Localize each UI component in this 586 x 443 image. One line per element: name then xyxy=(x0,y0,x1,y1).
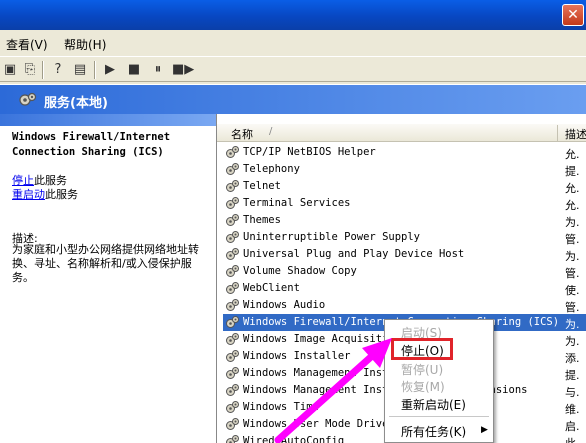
service-description-cell: 提. xyxy=(565,369,580,382)
service-name: Windows Audio xyxy=(243,299,326,311)
menu-separator xyxy=(389,416,489,417)
service-row[interactable]: Windows Audio 管. xyxy=(223,297,586,314)
service-name: Uninterruptible Power Supply xyxy=(243,231,421,243)
stop-icon[interactable]: ■ xyxy=(124,60,144,80)
service-description-cell: 允. xyxy=(565,199,580,212)
restart-service-action: 重启动此服务 xyxy=(12,186,78,202)
services-header: 服务(本地) xyxy=(0,84,586,114)
context-menu: 启动(S) 停止(O) 暂停(U) 恢复(M) 重新启动(E) 所有任务(K) … xyxy=(384,319,494,443)
service-row[interactable]: Uninterruptible Power Supply 管. xyxy=(223,229,586,246)
service-description-cell: 为. xyxy=(565,335,580,348)
service-gear-icon xyxy=(225,162,240,177)
console-tree-icon[interactable]: ▣ xyxy=(0,60,20,80)
service-gear-icon xyxy=(225,213,240,228)
service-gear-icon xyxy=(225,298,240,313)
service-name: Terminal Services xyxy=(243,197,351,209)
service-description-cell: 启. xyxy=(565,420,580,433)
service-description-cell: 允. xyxy=(565,148,580,161)
selected-service-name: Windows Firewall/Internet Connection Sha… xyxy=(12,131,171,158)
service-gear-icon xyxy=(225,434,240,443)
service-description-cell: 管. xyxy=(565,267,580,280)
menu-all-tasks[interactable]: 所有任务(K) xyxy=(401,423,466,440)
service-gear-icon xyxy=(225,315,240,330)
service-description-cell: 管. xyxy=(565,233,580,246)
service-gear-icon xyxy=(225,383,240,398)
menubar: 查看(V) 帮助(H) xyxy=(0,32,586,54)
service-name: Windows Installer xyxy=(243,350,351,362)
service-row[interactable]: Telnet 允. xyxy=(223,178,586,195)
service-gear-icon xyxy=(225,366,240,381)
service-row[interactable]: Telephony 提. xyxy=(223,161,586,178)
restart-icon[interactable]: ■▶ xyxy=(172,60,194,80)
service-row[interactable]: Volume Shadow Copy 管. xyxy=(223,263,586,280)
menu-view[interactable]: 查看(V) xyxy=(6,36,48,53)
column-description-header[interactable]: 描述 xyxy=(565,126,586,142)
service-detail-pane: Windows Firewall/Internet Connection Sha… xyxy=(0,114,216,443)
service-gear-icon xyxy=(225,349,240,364)
service-description-cell: 维. xyxy=(565,403,580,416)
service-description-cell: 提. xyxy=(565,165,580,178)
submenu-arrow-icon: ▶ xyxy=(481,425,488,435)
service-description-cell: 管. xyxy=(565,301,580,314)
service-description-cell: 为. xyxy=(565,216,580,229)
service-row[interactable]: Universal Plug and Play Device Host 为. xyxy=(223,246,586,263)
service-name: Themes xyxy=(243,214,281,226)
restart-service-suffix: 此服务 xyxy=(45,188,78,201)
service-description-cell: 添. xyxy=(565,352,580,365)
service-gear-icon xyxy=(225,179,240,194)
menu-restart[interactable]: 重新启动(E) xyxy=(401,396,466,413)
service-name: TCP/IP NetBIOS Helper xyxy=(243,146,376,158)
help-icon[interactable]: ? xyxy=(48,60,68,80)
service-gear-icon xyxy=(225,264,240,279)
service-gear-icon xyxy=(225,196,240,211)
properties-icon[interactable]: ▤ xyxy=(70,60,90,80)
service-row[interactable]: WebClient 使. xyxy=(223,280,586,297)
service-description-cell: 为. xyxy=(565,318,580,331)
page-title: 服务(本地) xyxy=(44,96,108,111)
service-gear-icon xyxy=(225,332,240,347)
service-name: Windows Time xyxy=(243,401,319,413)
export-list-icon[interactable]: ⎘ xyxy=(20,60,40,80)
toolbar-separator xyxy=(94,61,96,79)
service-gear-icon xyxy=(225,281,240,296)
toolbar-separator xyxy=(42,61,44,79)
service-description: 为家庭和小型办公网络提供网络地址转换、寻址、名称解析和/或入侵保护服务。 xyxy=(12,243,199,284)
service-description-cell: 此. xyxy=(565,435,580,443)
restart-service-link[interactable]: 重启动 xyxy=(12,188,45,201)
pause-icon[interactable]: ⏸ xyxy=(148,60,168,80)
window-titlebar: ✕ xyxy=(0,0,586,30)
service-gear-icon xyxy=(225,247,240,262)
service-name: Windows Image Acquisition xyxy=(243,333,402,345)
start-icon[interactable]: ▶ xyxy=(100,60,120,80)
service-description-cell: 允. xyxy=(565,182,580,195)
service-description-cell: 与. xyxy=(565,386,580,399)
column-divider[interactable] xyxy=(557,125,558,141)
service-row[interactable]: Terminal Services 允. xyxy=(223,195,586,212)
close-button[interactable]: ✕ xyxy=(562,4,584,26)
service-gear-icon xyxy=(225,400,240,415)
services-gear-icon xyxy=(19,92,37,106)
menu-resume[interactable]: 恢复(M) xyxy=(401,378,445,395)
service-name: WebClient xyxy=(243,282,300,294)
service-description-cell: 使. xyxy=(565,284,580,297)
service-name: Telephony xyxy=(243,163,300,175)
service-name: Volume Shadow Copy xyxy=(243,265,357,277)
service-gear-icon xyxy=(225,145,240,160)
column-name-header[interactable]: 名称 xyxy=(231,126,253,142)
service-row[interactable]: Themes 为. xyxy=(223,212,586,229)
menu-help[interactable]: 帮助(H) xyxy=(64,36,106,53)
service-name: Universal Plug and Play Device Host xyxy=(243,248,465,260)
menu-stop[interactable]: 停止(O) xyxy=(401,342,444,359)
service-name: Wired AutoConfig xyxy=(243,435,345,443)
service-description-cell: 为. xyxy=(565,250,580,263)
service-gear-icon xyxy=(225,417,240,432)
toolbar: ▣ ⎘ ? ▤ ▶ ■ ⏸ ■▶ xyxy=(0,56,586,82)
service-row[interactable]: TCP/IP NetBIOS Helper 允. xyxy=(223,144,586,161)
pane-banner xyxy=(0,114,216,126)
sort-indicator: / xyxy=(269,126,273,137)
service-gear-icon xyxy=(225,230,240,245)
menu-pause[interactable]: 暂停(U) xyxy=(401,361,443,378)
list-column-header: 名称 / 描述 xyxy=(217,124,586,142)
service-name: Telnet xyxy=(243,180,281,192)
